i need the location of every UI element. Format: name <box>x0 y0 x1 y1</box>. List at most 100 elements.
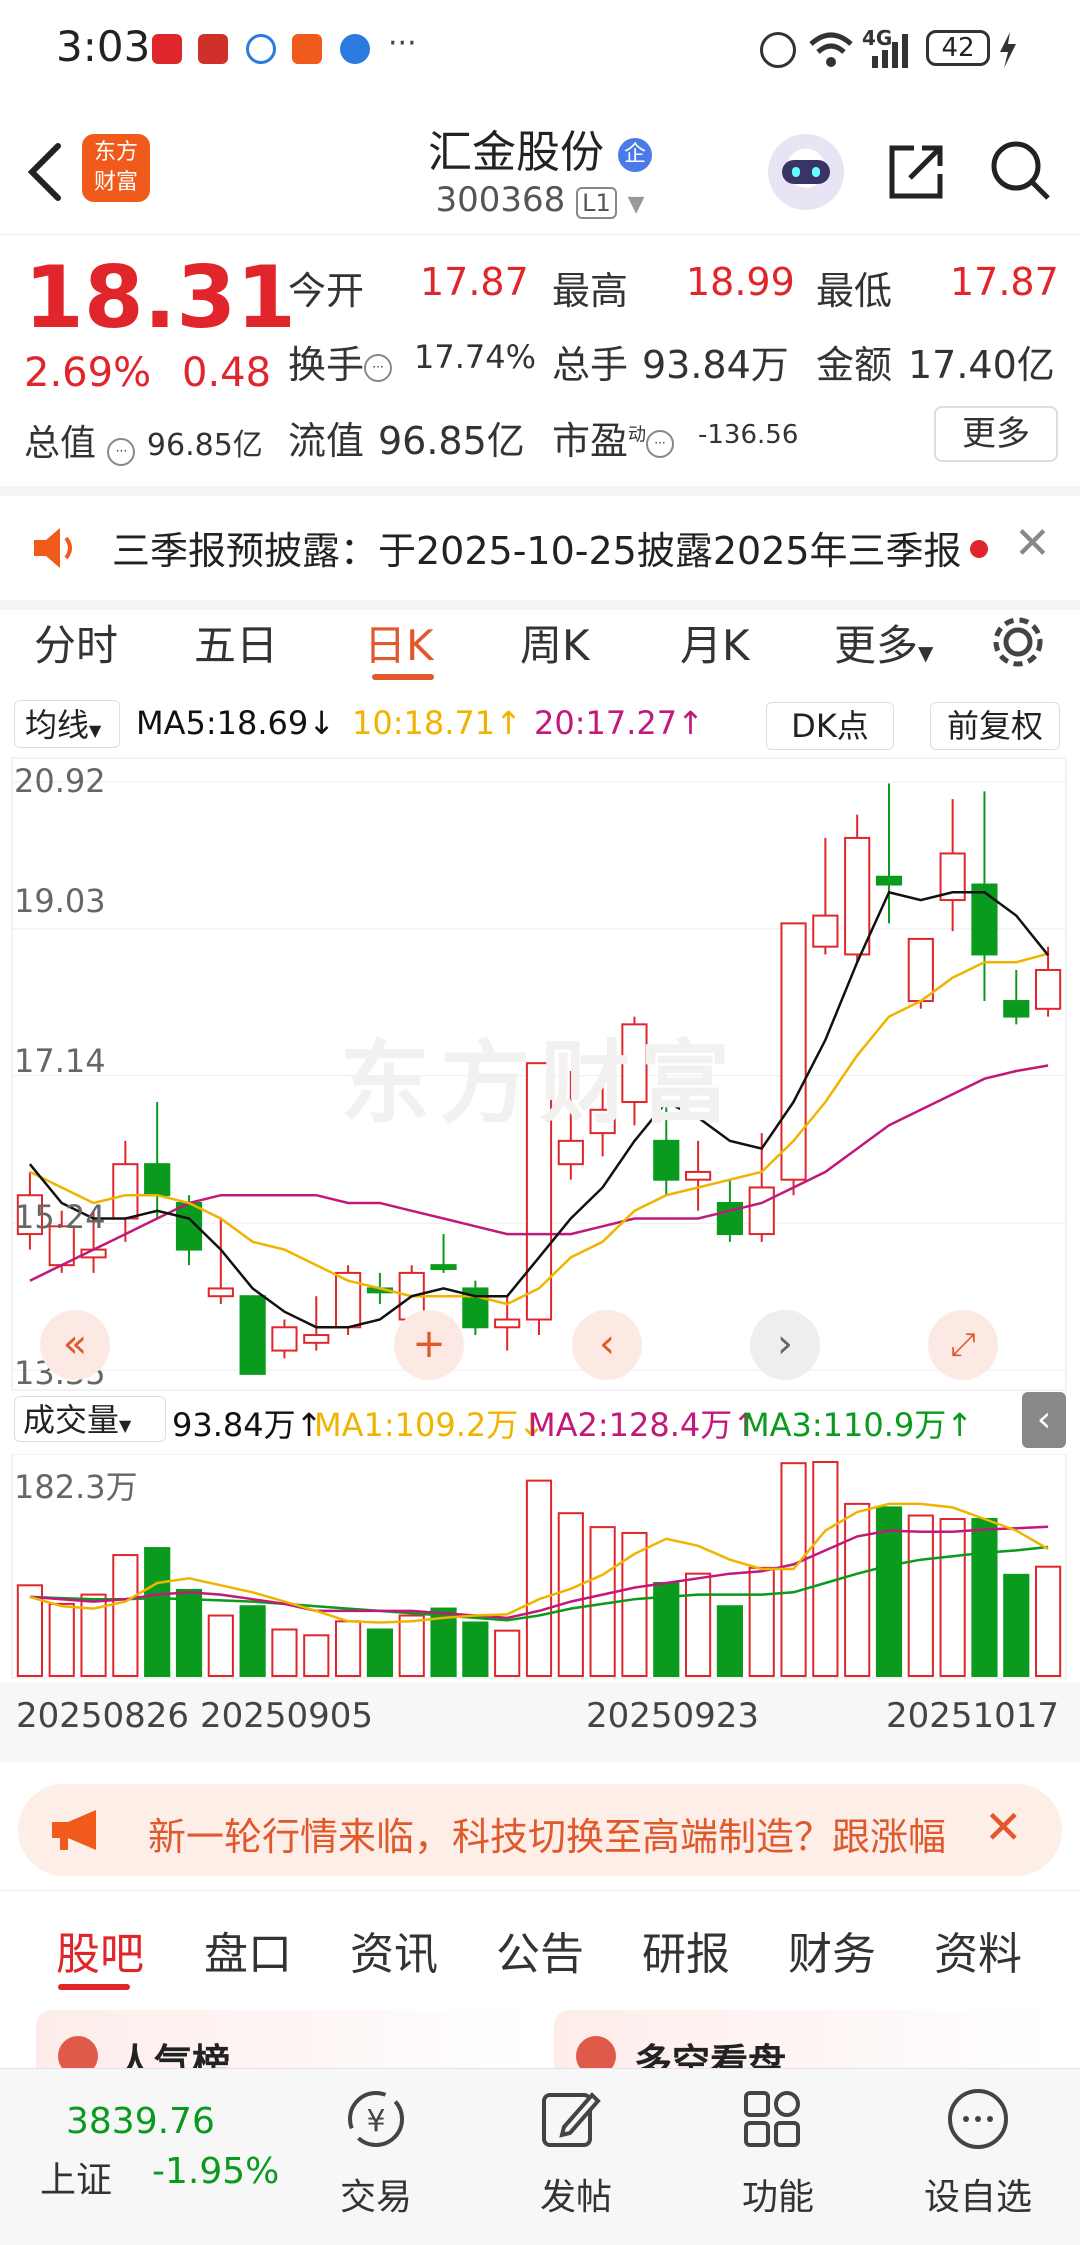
battery-icon: 42 <box>926 30 990 66</box>
scroll-right-icon[interactable]: › <box>750 1310 820 1380</box>
volume-selector[interactable]: 成交量▼ <box>14 1396 166 1442</box>
divider <box>0 1890 1080 1891</box>
bull-bear-card[interactable]: 多空看盘 <box>554 2010 1052 2085</box>
volume-bar <box>716 1605 743 1677</box>
candle <box>207 1287 234 1298</box>
zoom-in-icon[interactable]: + <box>394 1310 464 1380</box>
candle <box>875 875 903 886</box>
search-icon[interactable] <box>988 138 1054 204</box>
tab-research[interactable]: 研报 <box>642 1918 730 1982</box>
info-icon[interactable]: ··· <box>646 429 675 458</box>
dropdown-icon: ▼ <box>918 641 934 665</box>
popularity-card[interactable]: 人气榜 <box>36 2010 534 2085</box>
tab-financials[interactable]: 财务 <box>788 1918 876 1982</box>
tab-intraday[interactable]: 分时 <box>34 612 118 673</box>
volume-bar <box>748 1566 775 1677</box>
volume-bar <box>685 1572 712 1677</box>
search-app-icon <box>246 34 276 64</box>
tab-daily-k[interactable]: 日K <box>364 612 434 673</box>
settings-icon[interactable] <box>990 614 1046 670</box>
vma2-value: MA2:128.4万↑ <box>528 1406 760 1444</box>
active-tab-indicator <box>372 674 434 680</box>
volume-bar <box>144 1547 171 1677</box>
functions-icon[interactable] <box>740 2087 804 2155</box>
candle <box>494 1318 521 1329</box>
scroll-left-icon[interactable]: ‹ <box>572 1310 642 1380</box>
collapse-icon[interactable]: ‹ <box>1022 1392 1066 1448</box>
huawei-app-icon <box>152 34 182 64</box>
candle <box>239 1295 266 1375</box>
volume-bar <box>1035 1565 1062 1677</box>
info-icon[interactable]: ··· <box>364 353 393 382</box>
volume-value: 93.84万 <box>642 343 789 387</box>
volume-label: 总手 <box>552 343 629 387</box>
date-label-2: 20250923 <box>586 1696 760 1736</box>
float-cap-label: 流值 <box>288 419 365 463</box>
message-app-icon <box>292 34 322 64</box>
trade-icon[interactable]: ¥ <box>336 2087 416 2151</box>
share-icon[interactable] <box>884 140 948 204</box>
tab-monthly-k[interactable]: 月K <box>680 612 750 673</box>
tab-announcements[interactable]: 公告 <box>496 1918 584 1982</box>
volume-bar <box>303 1634 330 1678</box>
watchlist-label[interactable]: 设自选 <box>908 2168 1048 2220</box>
adjust-button[interactable]: 前复权 <box>930 702 1060 750</box>
high-label: 最高 <box>552 269 629 313</box>
functions-label[interactable]: 功能 <box>708 2168 848 2220</box>
ad-banner[interactable]: 新一轮行情来临，科技切换至高端制造？跟涨幅 ✕ <box>18 1784 1062 1876</box>
ai-assistant-icon[interactable] <box>768 134 844 210</box>
tab-weekly-k[interactable]: 周K <box>520 612 590 673</box>
watermark: 东方财富 <box>340 1031 740 1136</box>
post-icon[interactable] <box>538 2087 602 2155</box>
trade-label[interactable]: 交易 <box>306 2168 446 2220</box>
more-button[interactable]: 更多 <box>934 406 1058 462</box>
more-notifications-icon: ··· <box>388 26 417 61</box>
unread-dot <box>970 540 988 558</box>
tab-five-day[interactable]: 五日 <box>194 612 278 673</box>
ma10-value: 10:18.71↑ <box>352 704 522 742</box>
price-tick-1: 19.03 <box>14 882 106 920</box>
volume-bar <box>271 1628 298 1678</box>
market-cap: 96.85亿 <box>146 428 263 463</box>
info-icon[interactable]: ··· <box>107 438 136 466</box>
watchlist-icon[interactable] <box>946 2087 1010 2155</box>
amount-value: 17.40亿 <box>908 343 1055 387</box>
rewind-icon[interactable]: « <box>40 1310 110 1380</box>
volume-bar <box>939 1518 966 1678</box>
low-label: 最低 <box>816 269 893 313</box>
stock-header: 东方 财富 汇金股份 企 300368 L1 ▼ <box>0 110 1080 235</box>
post-label[interactable]: 发帖 <box>506 2168 646 2220</box>
volume-chart[interactable] <box>0 1454 1080 1682</box>
volume-bar <box>494 1629 521 1678</box>
candle <box>907 937 934 1003</box>
megaphone-icon <box>52 1810 96 1850</box>
status-bar: 3:03 ··· 4G 42 <box>0 0 1080 100</box>
tab-forum[interactable]: 股吧 <box>56 1918 144 1982</box>
status-time: 3:03 <box>56 22 151 71</box>
fullscreen-icon[interactable]: ⤢ <box>928 1310 998 1380</box>
tab-order-book[interactable]: 盘口 <box>204 1918 292 1982</box>
tab-news[interactable]: 资讯 <box>350 1918 438 1982</box>
high-value: 18.99 <box>686 260 795 304</box>
volume-bar <box>335 1620 362 1677</box>
date-label-1: 20250905 <box>200 1696 374 1736</box>
quote-panel: 18.31 2.69% 0.48 总值 ··· 96.85亿 今开 17.87 … <box>0 236 1080 476</box>
ma-selector[interactable]: 均线▼ <box>14 700 120 748</box>
battery-level: 42 <box>941 33 975 63</box>
candle <box>653 1139 680 1181</box>
volume-bar <box>462 1621 489 1677</box>
close-icon[interactable]: ✕ <box>1014 518 1051 569</box>
open-value: 17.87 <box>420 260 529 304</box>
notice-bar[interactable]: 三季报预披露：于2025-10-25披露2025年三季报 ✕ <box>0 486 1080 610</box>
price-tick-0: 20.92 <box>14 762 106 800</box>
tab-profile[interactable]: 资料 <box>934 1918 1022 1982</box>
close-icon[interactable]: ✕ <box>984 1800 1023 1854</box>
candle <box>144 1163 171 1197</box>
dropdown-icon: ▼ <box>627 192 645 217</box>
turnover-value: 17.74% <box>414 338 537 376</box>
pe-sup: 动 <box>628 424 647 446</box>
dk-point-button[interactable]: DK点 <box>766 702 894 750</box>
tab-more[interactable]: 更多▼ <box>834 612 933 673</box>
volume-bar <box>175 1588 203 1677</box>
candle <box>271 1326 298 1352</box>
